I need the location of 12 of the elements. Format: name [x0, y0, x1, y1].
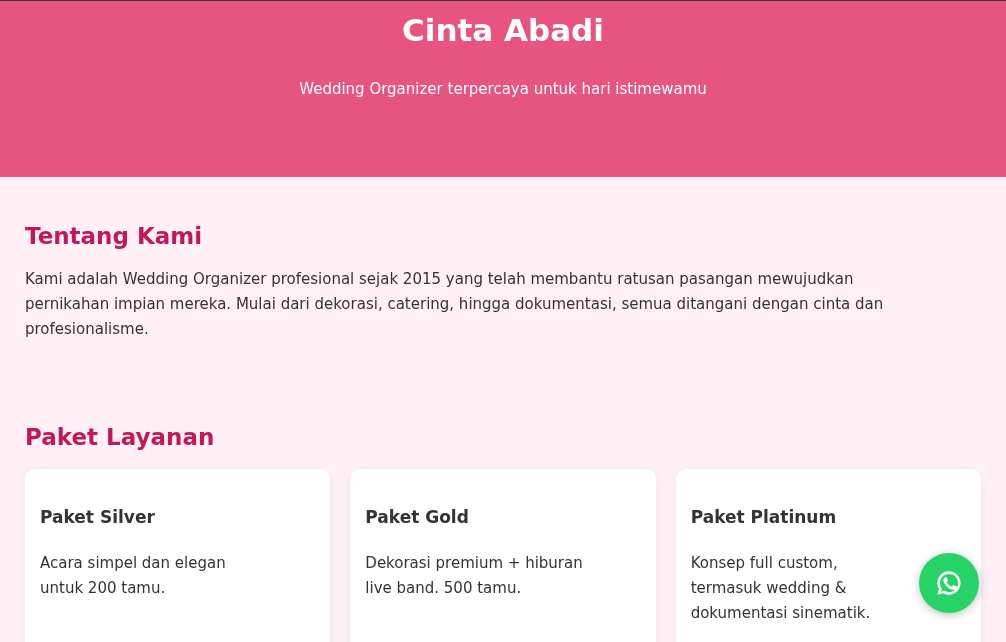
- site-title: Cinta Abadi: [402, 11, 604, 50]
- package-title: Paket Gold: [365, 506, 470, 529]
- section-heading: Tentang Kami: [25, 222, 204, 251]
- package-title: Paket Platinum: [690, 506, 838, 529]
- package-description: Acara simpel dan elegan untuk 200 tamu.: [40, 553, 227, 599]
- package-title: Paket Silver: [40, 506, 156, 529]
- tagline: Wedding Organizer terpercaya untuk hari istimewamu: [299, 79, 707, 100]
- package-description: Konsep full custom, termasuk wedding & dokumentasi sinematik.: [690, 553, 872, 624]
- section-heading: Paket Layanan: [24, 423, 216, 452]
- package-description: Dekorasi premium + hiburan live band. 500 tamu.: [365, 553, 584, 599]
- about-paragraph: Kami adalah Wedding Organizer profesional sejak 2015 yang telah membantu ratusan pasangan mewujudkan pernikahan impian mereka. Mulai dari dekorasi, catering, hingga dokumentasi, semua ditangani dengan cinta dan profesionalisme.: [25, 269, 885, 340]
- chat-bubble-phone-icon: [935, 569, 963, 597]
